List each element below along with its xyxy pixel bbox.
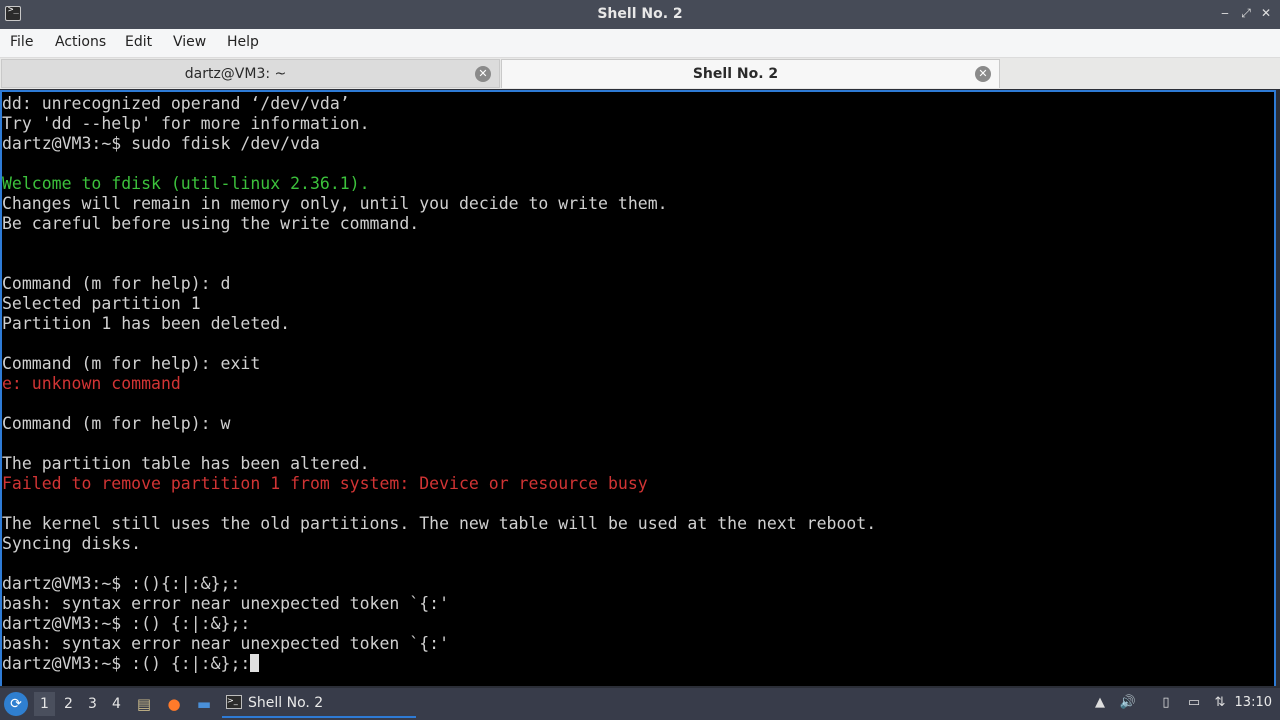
file-manager-icon[interactable]: ▤ — [133, 693, 155, 715]
terminal-line: Be careful before using the write comman… — [2, 214, 420, 233]
terminal-output: dd: unrecognized operand ‘/dev/vda’ Try '… — [2, 94, 876, 674]
close-button[interactable]: ✕ — [1259, 6, 1273, 20]
menu-help[interactable]: Help — [227, 34, 259, 50]
terminal-line: dartz@VM3:~$ sudo fdisk /dev/vda — [2, 134, 320, 153]
window-titlebar[interactable]: >_ Shell No. 2 ‒ ⤢ ✕ — [0, 0, 1280, 29]
terminal-prompt-line[interactable]: dartz@VM3:~$ :() {:|:&};: — [2, 654, 876, 674]
menu-edit[interactable]: Edit — [125, 34, 152, 50]
monitor-icon[interactable]: ▭ — [1185, 694, 1203, 712]
terminal-line: dartz@VM3:~$ :(){:|:&};: — [2, 574, 241, 593]
terminal-line: The kernel still uses the old partitions… — [2, 514, 877, 533]
tab-shell-no-2[interactable]: Shell No. 2 ✕ — [501, 59, 1000, 88]
terminal-line: dd: unrecognized operand ‘/dev/vda’ — [2, 94, 350, 113]
window-title: Shell No. 2 — [597, 6, 683, 22]
tab-bar: dartz@VM3: ~ ✕ Shell No. 2 ✕ — [0, 58, 1280, 89]
text-cursor — [250, 654, 260, 672]
terminal-line: Try 'dd --help' for more information. — [2, 114, 370, 133]
terminal-line: Changes will remain in memory only, unti… — [2, 194, 668, 213]
terminal-line: Partition 1 has been deleted. — [2, 314, 291, 333]
terminal-line: Syncing disks. — [2, 534, 142, 553]
prompt-text: dartz@VM3:~$ :() {:|:&};: — [2, 654, 251, 673]
clipboard-icon[interactable]: ▯ — [1157, 694, 1175, 712]
tab-label: dartz@VM3: ~ — [184, 66, 287, 82]
terminal-line: bash: syntax error near unexpected token… — [2, 594, 450, 613]
task-shell-no-2[interactable]: >_ Shell No. 2 — [222, 690, 416, 718]
terminal-icon: >_ — [226, 695, 242, 709]
menu-bar: File Actions Edit View Help — [0, 29, 1280, 58]
terminal-line: Command (m for help): exit — [2, 354, 261, 373]
terminal-line: Command (m for help): w — [2, 414, 231, 433]
terminal-line: dartz@VM3:~$ :() {:|:&};: — [2, 614, 251, 633]
taskbar: ⟳ 1 2 3 4 ▤ ● ▬ >_ Shell No. 2 ▲ 🔊 ▯ ▭ ⇅… — [0, 688, 1280, 720]
menu-view[interactable]: View — [173, 34, 206, 50]
hardware-icon[interactable]: ▲ — [1091, 694, 1109, 712]
tab-close-icon[interactable]: ✕ — [475, 66, 491, 82]
maximize-button[interactable]: ⤢ — [1239, 6, 1253, 20]
volume-icon[interactable]: 🔊 — [1119, 694, 1137, 712]
clock[interactable]: 13:10 — [1235, 695, 1272, 710]
terminal-line: e: unknown command — [2, 374, 181, 393]
workspace-4[interactable]: 4 — [112, 696, 121, 712]
menu-file[interactable]: File — [10, 34, 33, 50]
firefox-icon[interactable]: ● — [163, 693, 185, 715]
menu-actions[interactable]: Actions — [55, 34, 106, 50]
tab-label: Shell No. 2 — [692, 66, 779, 82]
minimize-button[interactable]: ‒ — [1218, 6, 1232, 20]
terminal-line: Command (m for help): d — [2, 274, 231, 293]
terminal-line: bash: syntax error near unexpected token… — [2, 634, 450, 653]
terminal-line: Failed to remove partition 1 from system… — [2, 474, 648, 493]
task-label: Shell No. 2 — [248, 695, 324, 711]
tab-dartz-vm3[interactable]: dartz@VM3: ~ ✕ — [1, 59, 500, 88]
workspace-3[interactable]: 3 — [88, 696, 97, 712]
workspace-1[interactable]: 1 — [34, 692, 55, 716]
tab-close-icon[interactable]: ✕ — [975, 66, 991, 82]
workspace-2[interactable]: 2 — [64, 696, 73, 712]
show-desktop-icon[interactable]: ▬ — [193, 693, 215, 715]
network-icon[interactable]: ⇅ — [1211, 694, 1229, 712]
terminal-line: Welcome to fdisk (util-linux 2.36.1). — [2, 174, 370, 193]
start-menu-icon[interactable]: ⟳ — [4, 692, 28, 716]
terminal-view[interactable]: dd: unrecognized operand ‘/dev/vda’ Try '… — [0, 90, 1276, 686]
terminal-line: The partition table has been altered. — [2, 454, 370, 473]
terminal-line: Selected partition 1 — [2, 294, 201, 313]
